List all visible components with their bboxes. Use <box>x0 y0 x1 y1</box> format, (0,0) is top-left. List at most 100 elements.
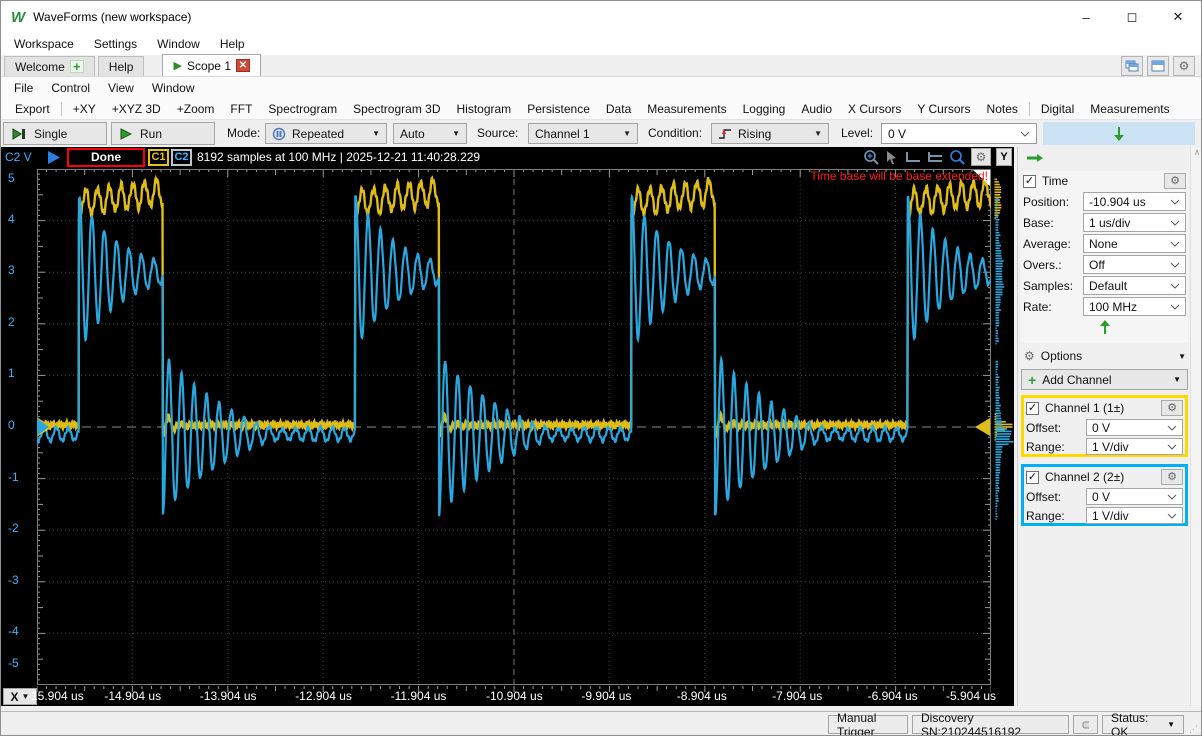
channel-2-checkbox[interactable]: ✓ <box>1026 470 1039 484</box>
waveform-plot[interactable]: Time base will be base extended! <box>37 169 991 685</box>
dropdown-chevron-icon <box>1170 220 1180 226</box>
time-row-average: Average: None <box>1021 233 1188 254</box>
toolbar-spectrogram[interactable]: Spectrogram <box>260 100 345 118</box>
options-row[interactable]: ⚙ Options ▼ <box>1024 347 1186 365</box>
scope-menu-file[interactable]: File <box>5 79 42 97</box>
y-axis-label: 3 <box>8 263 15 278</box>
pointer-tool-icon[interactable] <box>885 150 900 165</box>
toolbar-persistence[interactable]: Persistence <box>519 100 598 118</box>
toolbar-y-cursors[interactable]: Y Cursors <box>909 100 978 118</box>
channel2-badge[interactable]: C2 <box>171 149 192 166</box>
close-scope-tab-icon[interactable]: ✕ <box>236 59 250 72</box>
zoom-fit-icon[interactable] <box>863 149 880 165</box>
channel-2-offset-select[interactable]: 0 V <box>1086 488 1183 505</box>
time-overs-select[interactable]: Off <box>1083 255 1186 274</box>
channel-1-checkbox[interactable]: ✓ <box>1026 401 1039 415</box>
toolbar-zoom[interactable]: +Zoom <box>169 100 223 118</box>
single-acquire-icon <box>12 127 25 140</box>
menu-settings[interactable]: Settings <box>85 35 146 53</box>
time-position-select[interactable]: -10.904 us <box>1083 192 1186 211</box>
manual-trigger-button[interactable]: Manual Trigger <box>828 711 908 735</box>
mode-select[interactable]: Repeated ▼ <box>265 123 387 144</box>
time-rate-select[interactable]: 100 MHz <box>1083 297 1186 316</box>
channel-1-offset-select[interactable]: 0 V <box>1086 419 1183 436</box>
resize-grip[interactable]: ⋰ <box>1189 724 1199 735</box>
y-axis[interactable]: 5 4 3 2 1 0 -1 -2 -3 -4 -5 <box>1 169 37 685</box>
toolbar-xy[interactable]: +XY <box>65 100 104 118</box>
level-cursor-icon[interactable] <box>927 150 944 164</box>
toolbar-measurements[interactable]: Measurements <box>639 100 734 118</box>
toolbar-export[interactable]: Export <box>7 100 58 118</box>
minimize-button[interactable]: – <box>1063 2 1109 32</box>
x-axis-label: -7.904 us <box>772 689 823 703</box>
scope-menu-control[interactable]: Control <box>42 79 99 97</box>
horizontal-cursor-icon[interactable] <box>905 150 922 164</box>
menu-window[interactable]: Window <box>148 35 209 53</box>
run-button[interactable]: Run <box>111 122 215 145</box>
toolbar-audio[interactable]: Audio <box>793 100 840 118</box>
toolbar-fft[interactable]: FFT <box>222 100 260 118</box>
y-axis-channel-name[interactable]: C2 V <box>5 150 32 164</box>
dropdown-chevron-icon <box>1167 425 1177 431</box>
channel-1-offset-label: Offset: <box>1026 420 1062 435</box>
plot-settings-button[interactable]: ⚙ <box>971 148 991 166</box>
trigger-mode-select[interactable]: Auto ▼ <box>393 123 467 144</box>
toolbar-measurements-2[interactable]: Measurements <box>1082 100 1177 118</box>
toolbar-digital[interactable]: Digital <box>1033 100 1082 118</box>
toolbar-histogram[interactable]: Histogram <box>449 100 520 118</box>
tab-help[interactable]: Help <box>97 56 145 76</box>
y-axis-button[interactable]: Y <box>996 148 1012 166</box>
menu-help[interactable]: Help <box>211 35 254 53</box>
time-base-select[interactable]: 1 us/div <box>1083 213 1186 232</box>
window-settings-button[interactable]: ⚙ <box>1173 56 1195 76</box>
time-settings-button[interactable]: ⚙ <box>1164 173 1186 189</box>
toolbar-logging[interactable]: Logging <box>735 100 794 118</box>
device-icon-button[interactable] <box>1073 715 1098 734</box>
channel-2-range-row: Range: 1 V/div <box>1024 506 1185 525</box>
toolbar-xyz-3d[interactable]: +XYZ 3D <box>104 100 169 118</box>
sample-density-strip <box>994 169 1014 685</box>
device-button[interactable]: Discovery SN:210244516192 <box>912 711 1069 735</box>
toolbar-x-cursors[interactable]: X Cursors <box>840 100 909 118</box>
channel1-badge[interactable]: C1 <box>148 149 169 166</box>
channel-2-range-select[interactable]: 1 V/div <box>1086 507 1183 524</box>
time-row-rate: Rate: 100 MHz <box>1021 296 1188 317</box>
channel-2-group: ✓ Channel 2 (2±) ⚙ Offset: 0 V Range: 1 V/div <box>1021 464 1188 526</box>
timebase-warning-text: Time base will be base extended! <box>810 169 988 183</box>
x-axis[interactable]: X ▼ -15.904 us -14.904 us -13.904 us -12.90… <box>1 686 1014 706</box>
channel-1-settings-button[interactable]: ⚙ <box>1161 400 1183 416</box>
tile-windows-button[interactable] <box>1147 56 1169 76</box>
time-average-select[interactable]: None <box>1083 234 1186 253</box>
toolbar-data[interactable]: Data <box>598 100 639 118</box>
menu-workspace[interactable]: Workspace <box>5 35 83 53</box>
channel-1-range-select[interactable]: 1 V/div <box>1086 438 1183 455</box>
waveform-canvas[interactable] <box>37 169 991 685</box>
tab-welcome[interactable]: Welcome + <box>4 56 95 76</box>
channel-2-settings-button[interactable]: ⚙ <box>1161 469 1183 485</box>
title-bar: W WaveForms (new workspace) – ◻ ✕ <box>1 1 1201 33</box>
toolbar-notes[interactable]: Notes <box>979 100 1026 118</box>
level-input[interactable]: 0 V <box>881 123 1037 144</box>
scope-menu-view[interactable]: View <box>99 79 143 97</box>
panel-collapse-arrow-icon[interactable] <box>1026 153 1044 163</box>
trigger-level-marker[interactable] <box>975 418 990 436</box>
tab-scope-1[interactable]: ▶ Scope 1 ✕ <box>162 54 261 76</box>
close-button[interactable]: ✕ <box>1155 2 1201 32</box>
zoom-tool-icon[interactable] <box>949 149 966 165</box>
add-instrument-icon[interactable]: + <box>69 60 84 73</box>
time-checkbox[interactable]: ✓ <box>1023 174 1036 188</box>
toolbar-spectrogram-3d[interactable]: Spectrogram 3D <box>345 100 448 118</box>
time-samples-select[interactable]: Default <box>1083 276 1186 295</box>
panel-scrollbar[interactable]: ∧ <box>1190 147 1201 706</box>
single-button[interactable]: Single <box>3 122 107 145</box>
y-axis-label: 5 <box>8 171 15 185</box>
scope-menu-window[interactable]: Window <box>143 79 204 97</box>
x-axis-label: -10.904 us <box>486 689 543 703</box>
cascade-windows-button[interactable] <box>1121 56 1143 76</box>
maximize-button[interactable]: ◻ <box>1109 2 1155 32</box>
status-ok-button[interactable]: Status: OK ▼ <box>1102 711 1184 735</box>
time-base-value: 1 us/div <box>1089 215 1131 230</box>
condition-select[interactable]: Rising ▼ <box>711 123 829 144</box>
source-select[interactable]: Channel 1 ▼ <box>528 123 638 144</box>
add-channel-button[interactable]: + Add Channel ▼ <box>1021 369 1188 390</box>
